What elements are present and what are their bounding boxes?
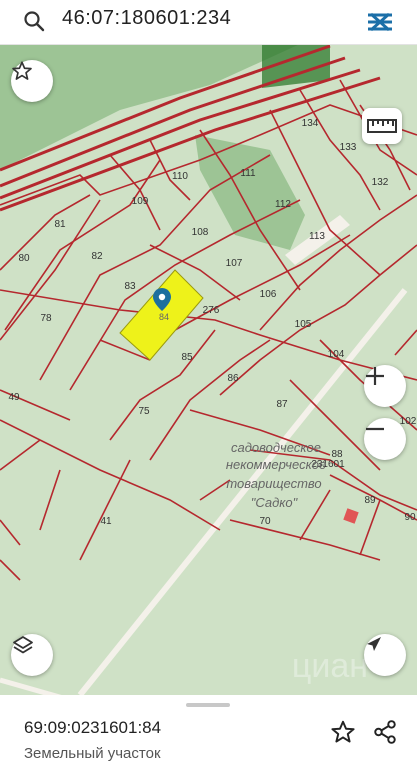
map-view[interactable]: 134 133 110 111 132 109 112 81 108 113 8… [0,44,417,695]
parcel-label: 112 [275,199,291,210]
building-marker [343,508,359,524]
zoom-out-button[interactable] [364,418,406,460]
search-input[interactable]: 46:07:180601:234 [62,7,231,30]
cadastral-map: 134 133 110 111 132 109 112 81 108 113 8… [0,44,417,695]
search-icon [24,11,45,32]
parcel-label: 107 [226,258,243,269]
cadastral-number: 69:09:0231601:84 [24,718,162,737]
parcel-label: 134 [302,118,319,129]
parcel-label: 82 [91,251,103,262]
parcel-label: 87 [276,399,288,410]
parcel-label: 83 [124,281,136,292]
forest-area [195,135,305,250]
parcel-label: 109 [132,196,149,207]
navigation-arrow-icon [367,637,381,651]
layers-button[interactable] [11,634,53,676]
share-icon[interactable] [372,719,398,745]
parcel-label: 70 [259,516,271,527]
parcel-label: 89 [364,495,376,506]
parcel-label: 49 [8,392,20,403]
filter-icon[interactable] [362,6,398,38]
parcel-label: 86 [227,373,239,384]
ruler-button[interactable] [362,108,402,144]
parcel-label: 90 [404,512,416,523]
parcel-label: 108 [192,227,209,238]
parcel-label: 110 [172,171,188,182]
parcel-label: 133 [340,142,357,153]
parcel-label: 113 [309,231,325,242]
star-icon[interactable] [330,719,356,745]
parcel-info-panel[interactable]: 69:09:0231601:84 Земельный участок [0,695,417,767]
parcel-label: 106 [260,289,277,300]
plus-icon [366,367,384,385]
parcel-label: 132 [372,177,389,188]
favorite-button[interactable] [11,60,53,102]
parcel-label: 81 [54,219,66,230]
star-icon [12,61,32,80]
parcel-label: 276 [203,305,220,316]
road [0,677,62,695]
parcel-label: 41 [100,516,112,527]
minus-icon [366,427,384,431]
area-label: "Садко" [251,495,299,510]
parcel-label: 84 [159,312,169,322]
my-location-button[interactable] [364,634,406,676]
parcel-label: 102 [400,416,417,427]
zoom-in-button[interactable] [364,365,406,407]
parcel-label: 104 [328,349,345,360]
layers-icon [13,636,33,654]
drag-handle[interactable] [186,703,230,707]
parcel-label: 75 [138,406,150,417]
parcel-label: 111 [240,168,256,179]
area-label: некоммерческое [226,457,326,472]
parcel-label: 85 [181,352,193,363]
parcel-type: Земельный участок [24,745,161,762]
parcel-label: 80 [18,253,30,264]
ruler-icon [367,119,397,133]
area-label: товарищество [226,476,321,491]
search-bar[interactable]: 46:07:180601:234 [0,0,417,45]
parcel-label: 105 [295,319,312,330]
area-label: садоводческое [231,440,321,455]
watermark: циан [292,647,368,685]
parcel-label: 78 [40,313,52,324]
